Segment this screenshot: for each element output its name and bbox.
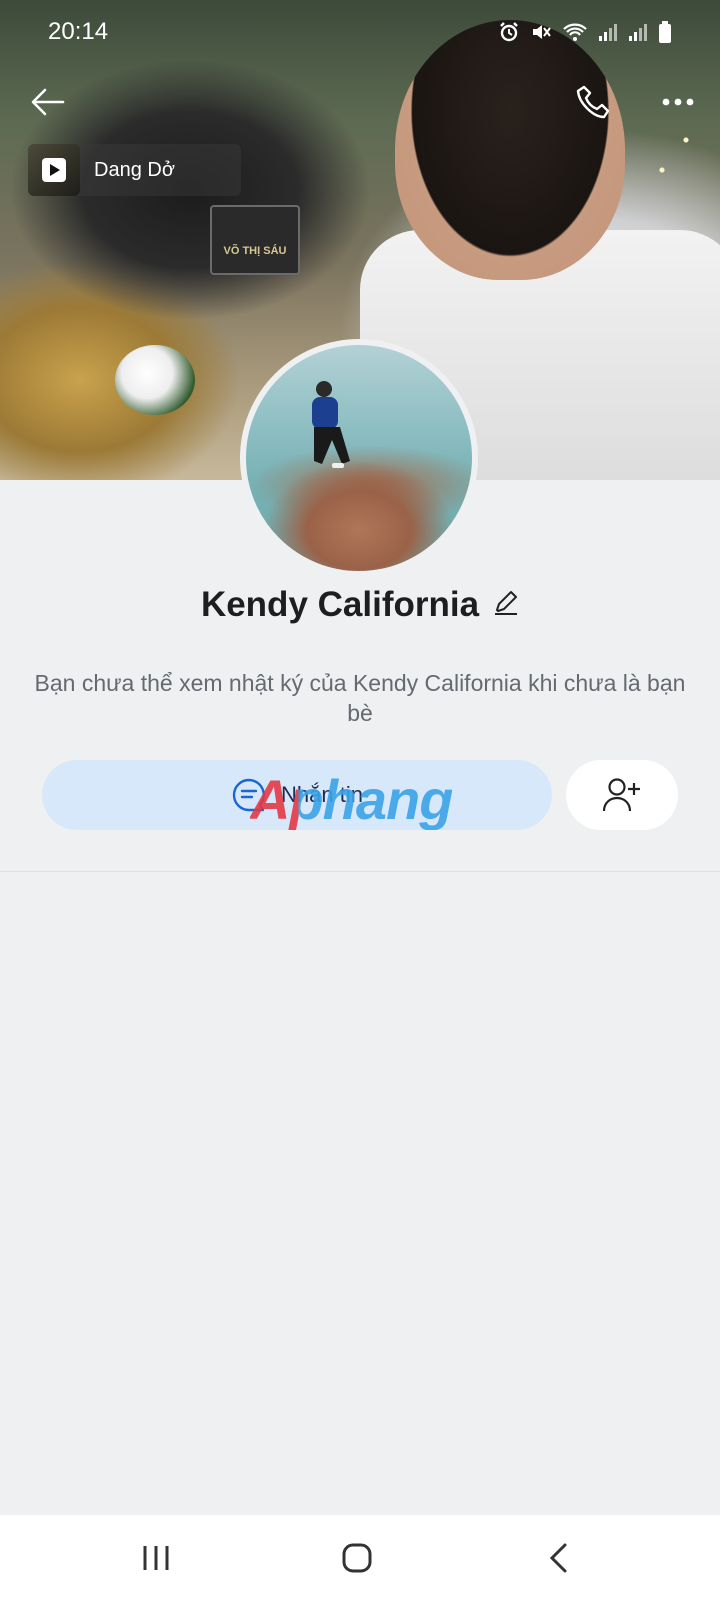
signal-icon bbox=[629, 24, 647, 41]
alarm-icon bbox=[500, 22, 518, 42]
nav-back-button[interactable] bbox=[528, 1531, 588, 1585]
call-button[interactable] bbox=[570, 78, 618, 126]
recent-apps-icon bbox=[143, 1546, 169, 1570]
divider bbox=[0, 871, 720, 872]
chat-icon bbox=[232, 778, 265, 812]
cover-plate-text: VÕ THỊ SÁU bbox=[223, 245, 287, 257]
home-button[interactable] bbox=[327, 1531, 387, 1585]
system-nav-bar bbox=[0, 1515, 720, 1600]
profile-name-row: Kendy California bbox=[0, 580, 720, 630]
phone-icon bbox=[576, 85, 610, 119]
mute-icon bbox=[533, 25, 551, 39]
wifi-icon bbox=[563, 23, 587, 41]
add-friend-button[interactable] bbox=[566, 760, 678, 830]
signal-icon bbox=[599, 24, 617, 41]
avatar[interactable] bbox=[240, 339, 478, 577]
more-button[interactable] bbox=[654, 78, 702, 126]
add-user-icon bbox=[602, 778, 640, 812]
play-icon bbox=[42, 158, 66, 182]
battery-icon bbox=[659, 21, 671, 43]
message-label: Nhắn tin bbox=[281, 782, 363, 807]
pencil-icon bbox=[495, 590, 518, 615]
music-thumbnail bbox=[28, 144, 80, 196]
more-dots-icon bbox=[662, 98, 694, 106]
arrow-left-icon bbox=[31, 88, 65, 116]
cover-memorial-plate: VÕ THỊ SÁU bbox=[210, 205, 300, 275]
chevron-left-icon bbox=[549, 1543, 567, 1573]
profile-name: Kendy California bbox=[200, 585, 480, 624]
profile-music-chip[interactable]: Dang Dở bbox=[28, 144, 241, 196]
back-button[interactable] bbox=[24, 78, 72, 126]
status-time: 20:14 bbox=[48, 18, 109, 45]
avatar-person bbox=[312, 381, 350, 468]
cover-flowers bbox=[115, 345, 195, 415]
home-icon bbox=[342, 1543, 372, 1573]
edit-name-button[interactable] bbox=[493, 590, 519, 621]
status-bar: 20:14 bbox=[0, 0, 720, 64]
status-icons bbox=[498, 20, 672, 44]
privacy-note: Bạn chưa thể xem nhật ký của Kendy Calif… bbox=[34, 670, 686, 726]
music-title: Dang Dở bbox=[94, 158, 175, 181]
message-button[interactable]: Nhắn tin bbox=[42, 760, 552, 830]
recent-apps-button[interactable] bbox=[126, 1531, 186, 1585]
